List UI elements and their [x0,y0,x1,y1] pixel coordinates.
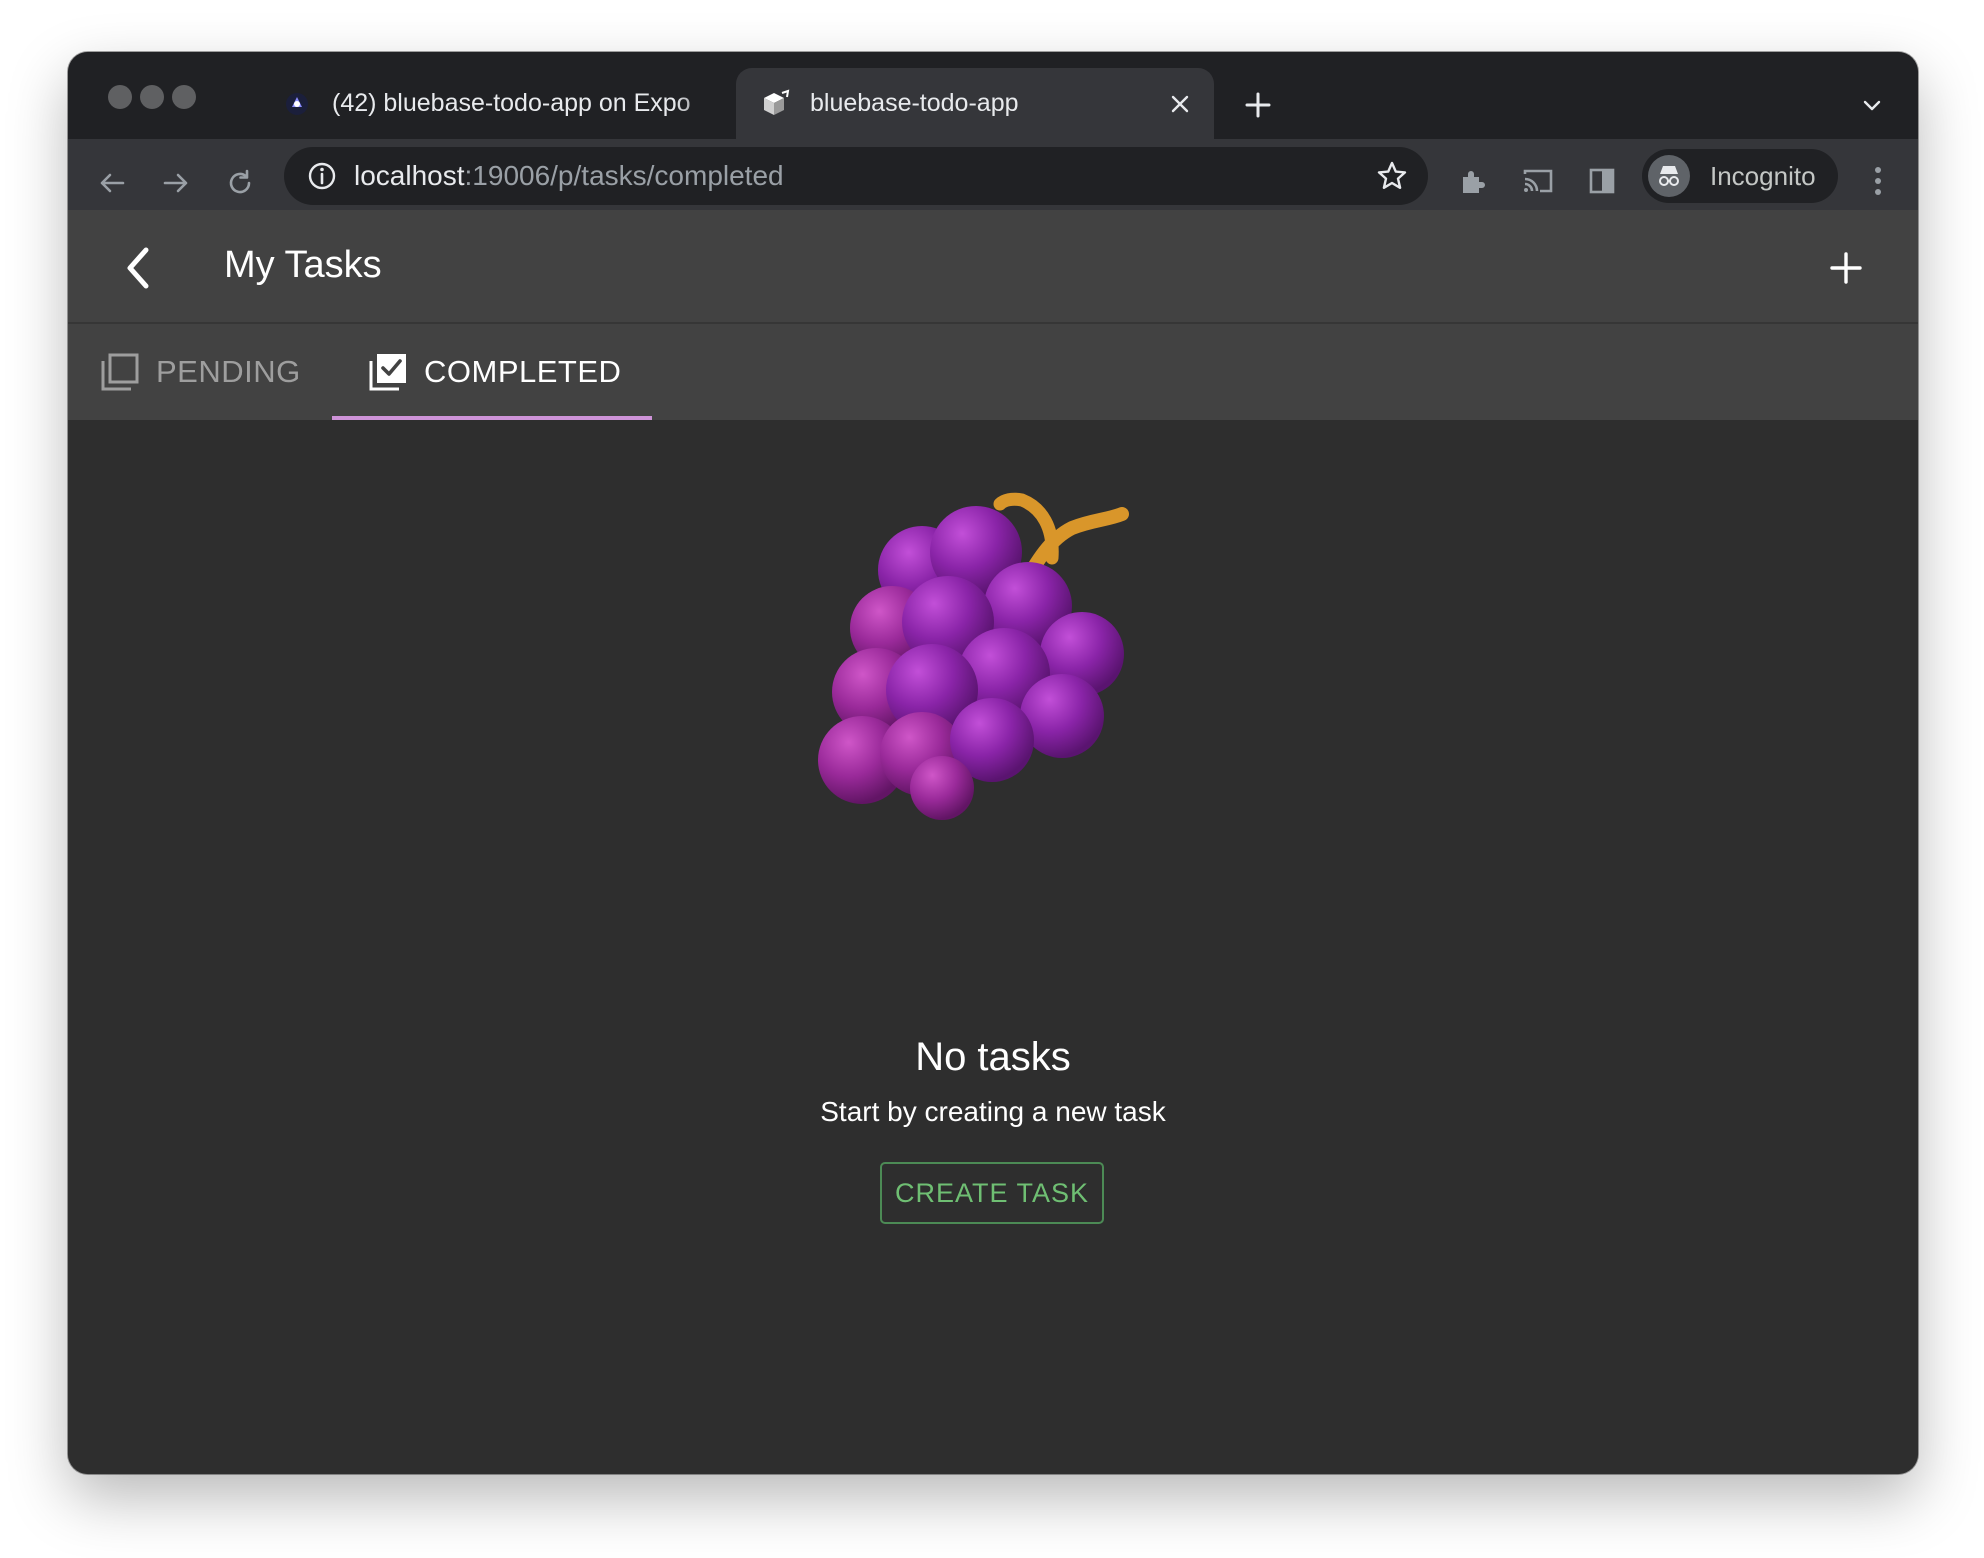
incognito-icon [1648,155,1690,197]
window-zoom-dot[interactable] [172,85,196,109]
incognito-label: Incognito [1710,160,1816,191]
plus-icon [1830,252,1862,284]
close-icon[interactable] [1160,84,1200,124]
browser-tab-bluebase[interactable]: bluebase-todo-app [736,68,1214,139]
browser-tab-title: bluebase-todo-app [810,89,1019,117]
chevron-left-icon [127,247,149,289]
back-button[interactable] [110,240,166,296]
info-icon[interactable] [306,160,338,192]
incognito-profile-button[interactable]: Incognito [1642,149,1838,203]
pending-tab-icon [98,350,142,394]
completed-tab-icon [366,350,410,394]
tasks-content: No tasks Start by creating a new task CR… [68,420,1918,1474]
tab-strip: (42) bluebase-todo-app on Expo bluebase-… [68,52,1918,139]
empty-state-title: No tasks [915,1035,1071,1079]
new-tab-button[interactable] [1238,85,1278,125]
expo-icon [282,89,312,119]
bluebase-icon [760,89,790,119]
tab-completed[interactable]: COMPLETED [332,324,652,420]
page-title: My Tasks [224,244,382,286]
url-host: localhost [354,160,465,191]
create-task-button[interactable]: CREATE TASK [880,1162,1104,1224]
reload-icon[interactable] [216,159,264,207]
tab-pending[interactable]: PENDING [98,324,326,420]
url-text: localhost:19006/p/tasks/completed [354,160,1372,192]
extensions-icon[interactable] [1454,161,1494,201]
browser-tab-expo[interactable]: (42) bluebase-todo-app on Expo [258,68,788,139]
tab-pending-label: PENDING [156,354,301,389]
side-panel-icon[interactable] [1582,161,1622,201]
url-path: :19006/p/tasks/completed [464,160,784,191]
star-icon[interactable] [1372,156,1412,196]
browser-window: (42) bluebase-todo-app on Expo bluebase-… [68,52,1918,1474]
add-task-button[interactable] [1818,240,1874,296]
grapes-icon [818,492,1129,820]
chevron-down-icon[interactable] [1852,85,1892,125]
more-menu-icon[interactable] [1868,161,1888,201]
browser-tab-title: (42) bluebase-todo-app on Expo [332,89,691,117]
window-minimize-dot[interactable] [140,85,164,109]
tabs-bar: PENDING COMPLETED [68,324,1918,420]
app-header: My Tasks [68,210,1918,324]
address-bar[interactable]: localhost:19006/p/tasks/completed [284,147,1428,205]
tab-completed-label: COMPLETED [424,354,622,389]
forward-arrow-icon[interactable] [152,159,200,207]
back-arrow-icon[interactable] [88,159,136,207]
window-close-dot[interactable] [108,85,132,109]
cast-icon[interactable] [1518,161,1558,201]
empty-state-subtitle: Start by creating a new task [820,1096,1166,1127]
